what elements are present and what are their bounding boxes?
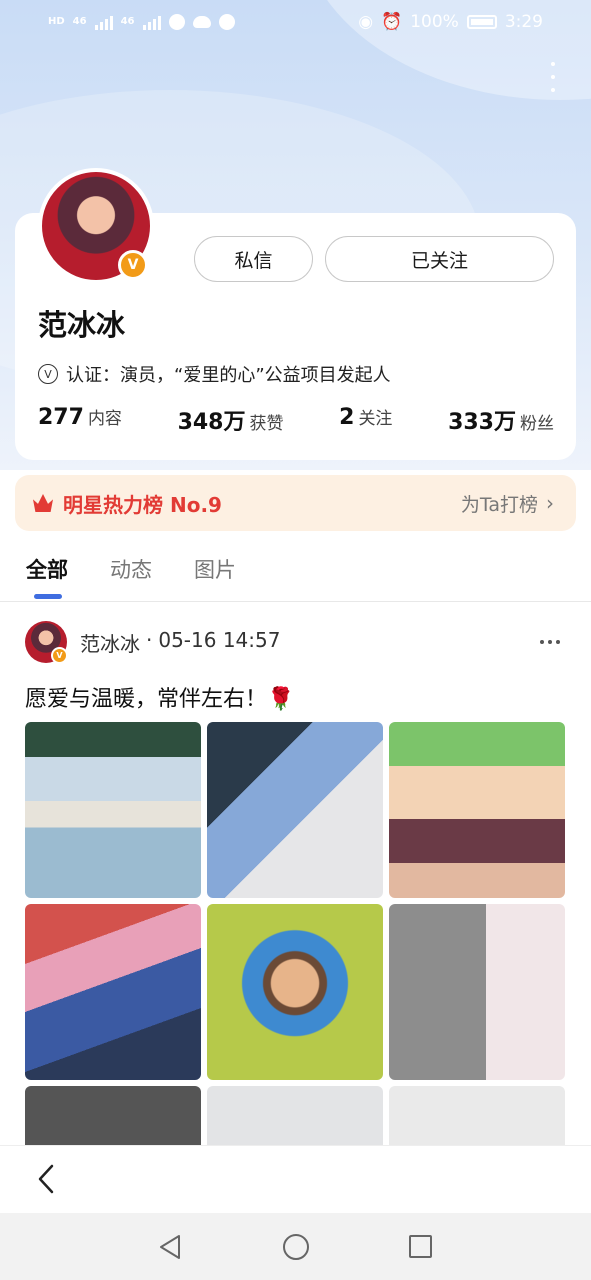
cloud-icon <box>192 16 211 28</box>
tab-updates[interactable]: 动态 <box>110 554 152 584</box>
post-author[interactable]: 范冰冰 <box>80 628 140 657</box>
status-left: HD 46 46 <box>48 14 235 30</box>
battery-percent: 100% <box>410 12 459 32</box>
stat-following[interactable]: 2 关注 <box>339 404 392 436</box>
stat-value: 333万 <box>448 410 516 435</box>
stat-value: 2 <box>339 405 355 430</box>
nav-recent-icon[interactable] <box>409 1235 432 1258</box>
post-photo[interactable] <box>25 722 201 898</box>
back-chevron-icon[interactable] <box>36 1164 56 1194</box>
verified-icon: V <box>51 647 68 664</box>
post-separator: · <box>146 628 153 652</box>
eye-icon: ◉ <box>358 12 374 32</box>
more-vertical-icon[interactable] <box>547 62 559 92</box>
post-photo[interactable] <box>25 904 201 1080</box>
alarm-icon: ⏰ <box>381 12 403 32</box>
profile-name: 范冰冰 <box>38 308 126 342</box>
stat-label: 获赞 <box>249 414 284 434</box>
rank-banner[interactable]: 明星热力榜 No.9 为Ta打榜 › <box>15 475 576 531</box>
post-time: 05-16 14:57 <box>158 628 281 652</box>
profile-stats: 277 内容 348万 获赞 2 关注 333万 粉丝 <box>38 404 554 436</box>
status-bar: HD 46 46 ◉ ⏰ 100% 3:29 <box>0 0 591 44</box>
rank-left: 明星热力榜 No.9 <box>33 489 222 518</box>
signal-strength-icon <box>94 14 113 30</box>
sync-icon <box>218 14 235 30</box>
stat-value: 277 <box>38 405 84 430</box>
stat-followers[interactable]: 333万 粉丝 <box>448 404 554 436</box>
follow-button[interactable]: 已关注 <box>325 236 554 282</box>
nav-back-icon[interactable] <box>158 1234 182 1260</box>
signal2-label: 46 <box>120 16 135 27</box>
certification: V 认证：演员，“爱里的心”公益项目发起人 <box>38 361 391 387</box>
rank-action-label: 为Ta打榜 <box>460 493 538 516</box>
stat-label: 关注 <box>358 409 393 429</box>
tab-all[interactable]: 全部 <box>26 554 68 584</box>
post-photo[interactable] <box>207 904 383 1080</box>
stat-likes[interactable]: 348万 获赞 <box>178 404 284 436</box>
status-right: ◉ ⏰ 100% 3:29 <box>358 12 543 32</box>
chevron-right-icon: › <box>546 491 554 515</box>
crown-icon <box>33 494 53 512</box>
rank-action[interactable]: 为Ta打榜 › <box>461 490 554 517</box>
battery-icon <box>466 15 497 29</box>
post-text: 愿爱与温暖，常伴左右！🌹 <box>25 687 295 712</box>
clock: 3:29 <box>504 12 543 32</box>
post-meta: 范冰冰 · 05-16 14:57 <box>80 628 280 657</box>
app-notification-icon <box>168 14 185 30</box>
stat-label: 内容 <box>87 409 122 429</box>
certification-text: 认证：演员，“爱里的心”公益项目发起人 <box>66 365 391 386</box>
verified-icon: V <box>118 250 148 280</box>
more-horizontal-icon[interactable] <box>540 640 560 644</box>
post-photo[interactable] <box>207 722 383 898</box>
rank-title: 明星热力榜 No.9 <box>63 492 222 517</box>
stat-value: 348万 <box>177 410 246 435</box>
bottom-action-bar <box>0 1145 591 1213</box>
active-tab-indicator <box>34 594 62 599</box>
stat-content[interactable]: 277 内容 <box>38 404 122 436</box>
hd-indicator: HD <box>48 16 65 27</box>
stat-label: 粉丝 <box>520 414 554 434</box>
content-tabs: 全部 动态 图片 <box>0 548 591 602</box>
certification-icon: V <box>38 364 58 384</box>
signal-strength-icon <box>142 14 161 30</box>
tab-photos[interactable]: 图片 <box>194 554 236 584</box>
message-button[interactable]: 私信 <box>194 236 313 282</box>
signal1-label: 46 <box>72 16 87 27</box>
post-photo[interactable] <box>389 904 565 1080</box>
post-photo[interactable] <box>389 722 565 898</box>
nav-home-icon[interactable] <box>283 1234 309 1260</box>
